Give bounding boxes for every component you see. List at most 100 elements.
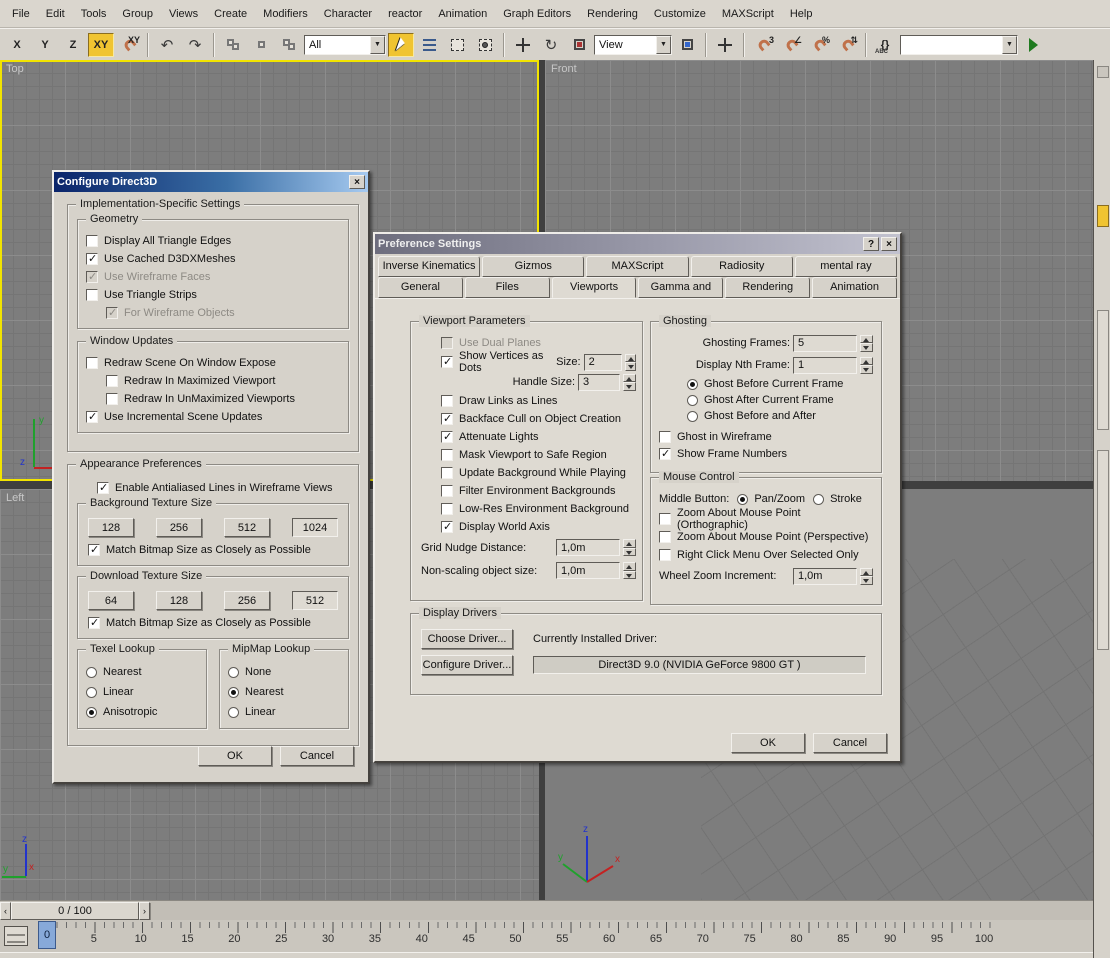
checkbox-update-background-playing[interactable]: Update Background While Playing — [441, 464, 636, 482]
select-by-name-button[interactable] — [416, 33, 442, 57]
command-panel-tab-sliver[interactable] — [1097, 66, 1109, 78]
checkbox[interactable] — [441, 485, 453, 497]
named-selection-dropdown[interactable]: ▼ — [900, 35, 1018, 55]
menu-animation[interactable]: Animation — [430, 5, 495, 23]
checkbox[interactable] — [86, 411, 98, 423]
checkbox-attenuate-lights[interactable]: Attenuate Lights — [441, 428, 636, 446]
unlink-selection-button[interactable] — [248, 33, 274, 57]
track-bar[interactable]: 0510152025303540455055606570758085909510… — [0, 920, 1093, 952]
mirror-button[interactable] — [1020, 33, 1046, 57]
menu-graph-editors[interactable]: Graph Editors — [495, 5, 579, 23]
radio-texel-anisotropic[interactable]: Anisotropic — [86, 702, 198, 722]
track-bar-ruler[interactable]: 0510152025303540455055606570758085909510… — [38, 920, 993, 952]
checkbox[interactable] — [659, 531, 671, 543]
ghosting-frames-field[interactable]: 5 — [793, 335, 857, 352]
select-and-move-button[interactable] — [510, 33, 536, 57]
checkbox[interactable] — [441, 395, 453, 407]
axis-constraint-x-button[interactable]: X — [4, 33, 30, 57]
choose-driver-button[interactable]: Choose Driver... — [421, 629, 513, 649]
rectangular-selection-region-button[interactable] — [444, 33, 470, 57]
checkbox[interactable] — [441, 413, 453, 425]
menu-reactor[interactable]: reactor — [380, 5, 430, 23]
previous-frame-button[interactable]: ‹ — [0, 902, 11, 920]
checkbox[interactable] — [97, 482, 109, 494]
use-center-flyout-button[interactable] — [674, 33, 700, 57]
checkbox-zoom-about-mouse-ortho[interactable]: Zoom About Mouse Point (Orthographic) — [659, 510, 873, 528]
checkbox-use-triangle-strips[interactable]: Use Triangle Strips — [86, 286, 340, 304]
radio-pan-zoom[interactable]: Pan/Zoom — [737, 490, 805, 508]
checkbox-show-frame-numbers[interactable]: Show Frame Numbers — [659, 445, 873, 462]
menu-create[interactable]: Create — [206, 5, 255, 23]
menu-rendering[interactable]: Rendering — [579, 5, 646, 23]
dl-size-512-button[interactable]: 512 — [292, 591, 338, 610]
checkbox-use-incremental-scene-updates[interactable]: Use Incremental Scene Updates — [86, 408, 340, 426]
window-crossing-button[interactable] — [472, 33, 498, 57]
ghosting-frames-spinner[interactable] — [860, 335, 873, 352]
configure-driver-button[interactable]: Configure Driver... — [421, 655, 513, 675]
checkbox-for-wireframe-objects[interactable]: For Wireframe Objects — [106, 304, 340, 322]
checkbox-draw-links-as-lines[interactable]: Draw Links as Lines — [441, 392, 636, 410]
bg-size-256-button[interactable]: 256 — [156, 518, 202, 537]
chevron-down-icon[interactable]: ▼ — [370, 36, 385, 54]
dl-size-256-button[interactable]: 256 — [224, 591, 270, 610]
select-object-button[interactable] — [388, 33, 414, 57]
tab-general[interactable]: General — [378, 277, 463, 298]
menu-file[interactable]: File — [4, 5, 38, 23]
checkbox-show-vertices-as-dots[interactable]: Show Vertices as Dots — [441, 353, 553, 371]
select-and-scale-button[interactable] — [566, 33, 592, 57]
menu-maxscript[interactable]: MAXScript — [714, 5, 782, 23]
menu-views[interactable]: Views — [161, 5, 206, 23]
radio-ghost-after-current[interactable]: Ghost After Current Frame — [687, 392, 873, 408]
checkbox-use-wireframe-faces[interactable]: Use Wireframe Faces — [86, 268, 340, 286]
time-slider-value[interactable]: 0 / 100 — [11, 902, 139, 920]
snap-toggle-button[interactable]: 3 — [750, 33, 776, 57]
checkbox[interactable] — [659, 448, 671, 460]
nonscaling-field[interactable]: 1,0m — [556, 562, 620, 579]
radio-button[interactable] — [228, 687, 239, 698]
radio-button[interactable] — [86, 687, 97, 698]
checkbox[interactable] — [441, 503, 453, 515]
checkbox[interactable] — [86, 253, 98, 265]
tab-inverse-kinematics[interactable]: Inverse Kinematics — [378, 256, 480, 277]
undo-button[interactable]: ↶ — [154, 33, 180, 57]
angle-snap-button[interactable]: ∠ — [778, 33, 804, 57]
radio-button[interactable] — [687, 411, 698, 422]
radio-texel-nearest[interactable]: Nearest — [86, 662, 198, 682]
radio-button[interactable] — [86, 667, 97, 678]
nth-frame-field[interactable]: 1 — [793, 357, 857, 374]
checkbox-mask-viewport-safe-region[interactable]: Mask Viewport to Safe Region — [441, 446, 636, 464]
axis-constraint-xy-button[interactable]: XY — [88, 33, 114, 57]
checkbox[interactable] — [86, 235, 98, 247]
tab-radiosity[interactable]: Radiosity — [691, 256, 793, 277]
percent-snap-button[interactable]: % — [806, 33, 832, 57]
checkbox[interactable] — [86, 271, 98, 283]
checkbox-use-cached-d3dxmeshes[interactable]: Use Cached D3DXMeshes — [86, 250, 340, 268]
checkbox-enable-antialiased-lines[interactable]: Enable Antialiased Lines in Wireframe Vi… — [97, 479, 349, 497]
dialog-titlebar[interactable]: Configure Direct3D × — [54, 172, 368, 192]
checkbox[interactable] — [441, 337, 453, 349]
close-button[interactable]: × — [881, 237, 897, 251]
tab-animation[interactable]: Animation — [812, 277, 897, 298]
checkbox-zoom-about-mouse-persp[interactable]: Zoom About Mouse Point (Perspective) — [659, 528, 873, 546]
chevron-down-icon[interactable]: ▼ — [656, 36, 671, 54]
chevron-down-icon[interactable]: ▼ — [1002, 36, 1017, 54]
radio-ghost-before-and-after[interactable]: Ghost Before and After — [687, 408, 873, 424]
spinner-snap-button[interactable]: ⇅ — [834, 33, 860, 57]
checkbox[interactable] — [86, 289, 98, 301]
checkbox[interactable] — [441, 521, 453, 533]
checkbox[interactable] — [86, 357, 98, 369]
checkbox-match-bitmap-size[interactable]: Match Bitmap Size as Closely as Possible — [82, 541, 344, 559]
bg-size-128-button[interactable]: 128 — [88, 518, 134, 537]
menu-customize[interactable]: Customize — [646, 5, 714, 23]
checkbox-redraw-in-unmaximized-viewports[interactable]: Redraw In UnMaximized Viewports — [106, 390, 340, 408]
checkbox-redraw-in-maximized-viewport[interactable]: Redraw In Maximized Viewport — [106, 372, 340, 390]
close-button[interactable]: × — [349, 175, 365, 189]
menu-tools[interactable]: Tools — [73, 5, 115, 23]
checkbox-match-bitmap-size[interactable]: Match Bitmap Size as Closely as Possible — [82, 614, 344, 632]
tab-maxscript[interactable]: MAXScript — [586, 256, 688, 277]
checkbox[interactable] — [106, 393, 118, 405]
checkbox[interactable] — [659, 549, 671, 561]
radio-mipmap-linear[interactable]: Linear — [228, 702, 340, 722]
checkbox-filter-environment-backgrounds[interactable]: Filter Environment Backgrounds — [441, 482, 636, 500]
menu-edit[interactable]: Edit — [38, 5, 73, 23]
